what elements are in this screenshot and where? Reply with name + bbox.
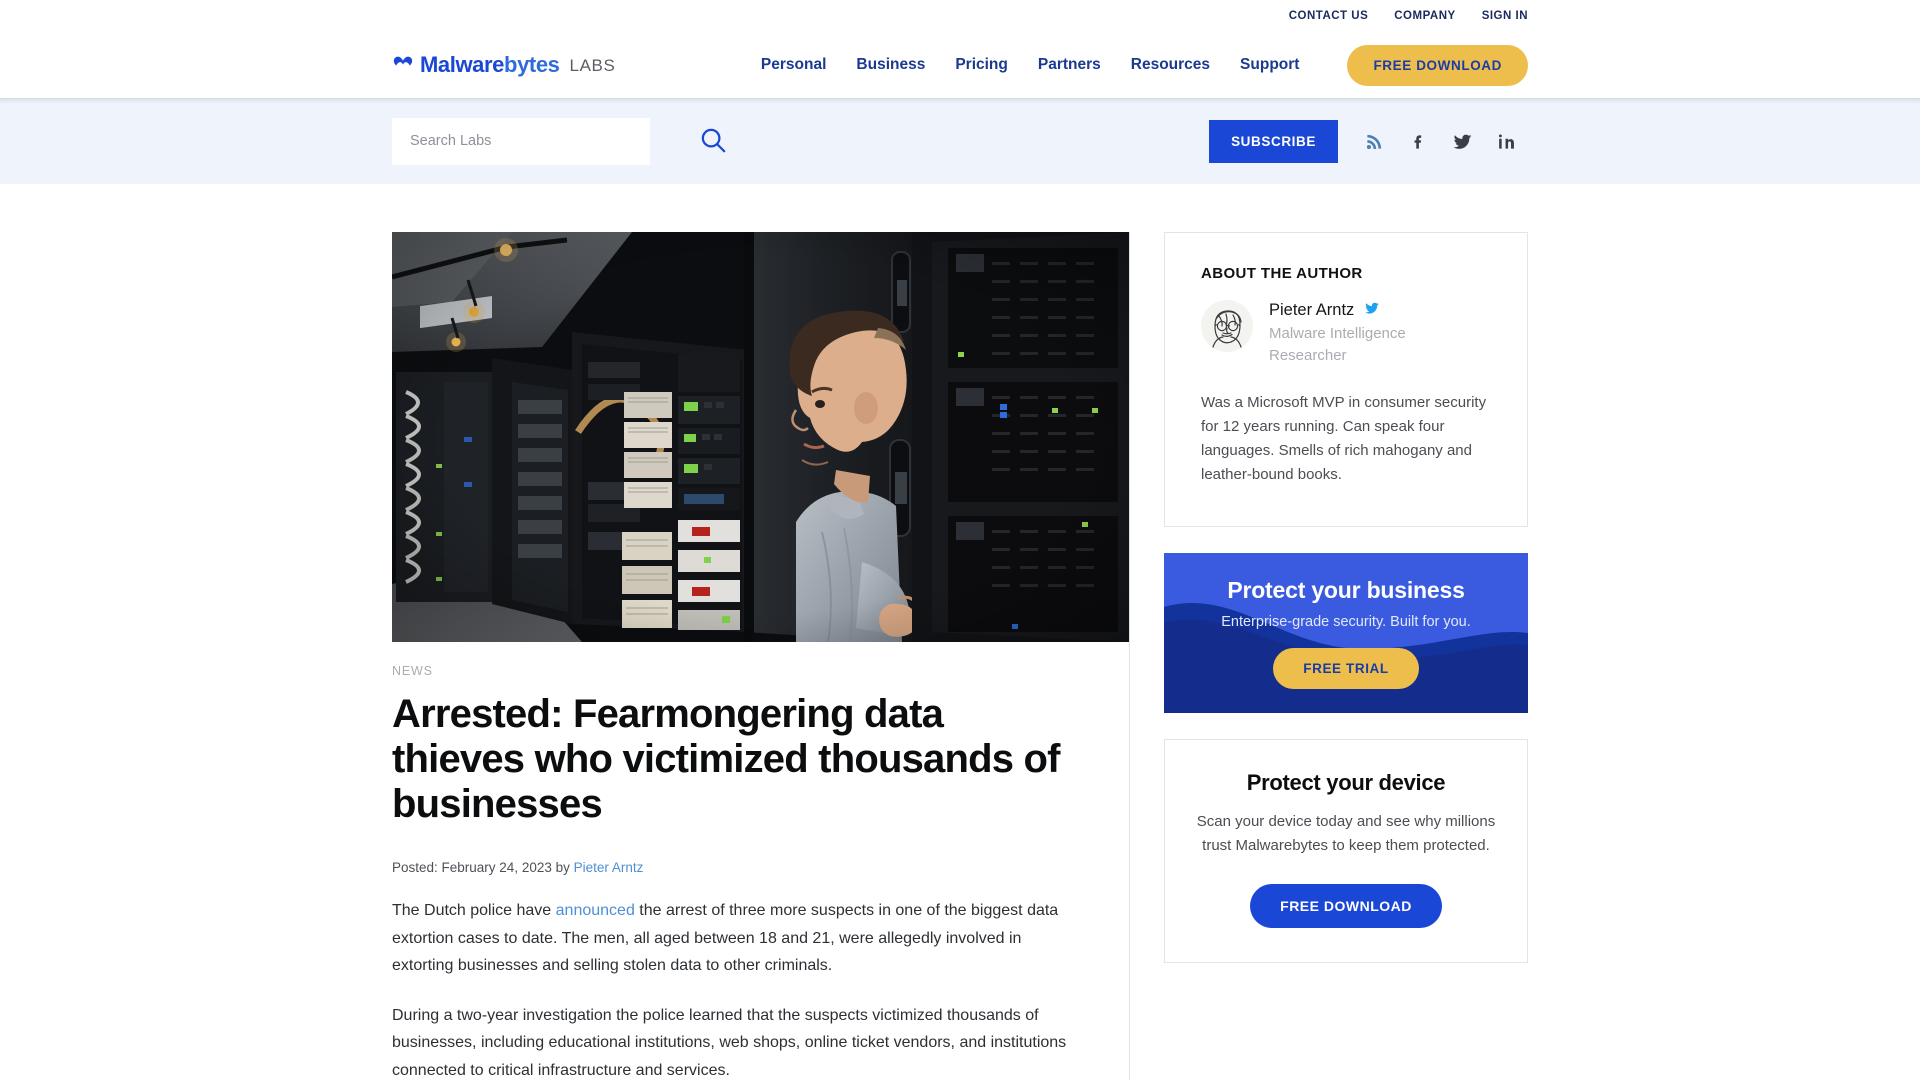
nav-link-personal[interactable]: Personal xyxy=(761,56,826,74)
facebook-icon[interactable] xyxy=(1396,121,1440,161)
author-bio: Was a Microsoft MVP in consumer security… xyxy=(1201,393,1487,484)
malwarebytes-m-icon xyxy=(392,54,414,76)
logo-labs-suffix: LABS xyxy=(569,55,616,75)
logo-wordmark: Malwarebytes xyxy=(420,52,560,77)
page-body: NEWS Arrested: Fearmongering data thieve… xyxy=(0,184,1920,1080)
device-promo-title: Protect your device xyxy=(1246,769,1446,795)
nav-link-support[interactable]: Support xyxy=(1240,56,1299,74)
social-links xyxy=(1352,121,1528,161)
nav-link-partners[interactable]: Partners xyxy=(1038,56,1101,74)
business-promo-title: Protect your business xyxy=(1227,576,1465,603)
utility-link-company[interactable]: COMPANY xyxy=(1394,10,1455,22)
main-navigation-bar: Malwarebytes LABS Personal Business Pric… xyxy=(0,32,1920,98)
about-author-title: ABOUT THE AUTHOR xyxy=(1201,265,1363,282)
article-headline: Arrested: Fearmongering data thieves who… xyxy=(392,692,1060,826)
protect-your-business-promo[interactable]: Protect your business Enterprise-grade s… xyxy=(1164,552,1528,713)
article-byline: Posted: February 24, 2023 by Pieter Arnt… xyxy=(392,860,1069,875)
nav-link-resources[interactable]: Resources xyxy=(1131,56,1210,74)
nav-link-business[interactable]: Business xyxy=(856,56,925,74)
utility-link-contact-us[interactable]: CONTACT US xyxy=(1289,10,1369,22)
twitter-icon[interactable] xyxy=(1364,300,1380,321)
author-row: Pieter Arntz Malware Intelligence Resear… xyxy=(1201,300,1491,367)
subscribe-button[interactable]: SUBSCRIBE xyxy=(1209,119,1338,163)
article-paragraph-2: During a two-year investigation the poli… xyxy=(392,1006,1067,1079)
twitter-icon[interactable] xyxy=(1440,121,1484,161)
linkedin-icon[interactable] xyxy=(1484,121,1528,161)
free-trial-button[interactable]: FREE TRIAL xyxy=(1273,647,1419,689)
sidebar: ABOUT THE AUTHOR Pieter Arntz Malware In… xyxy=(1130,232,1528,1080)
subscribe-and-social-group: SUBSCRIBE xyxy=(1209,119,1528,163)
article-paragraph-1: The Dutch police have announced the arre… xyxy=(392,897,1069,980)
author-avatar xyxy=(1201,300,1253,352)
primary-nav-links: Personal Business Pricing Partners Resou… xyxy=(761,44,1528,86)
article-hero-image xyxy=(392,232,1129,642)
author-name: Pieter Arntz xyxy=(1269,301,1355,319)
search-input[interactable] xyxy=(392,117,650,165)
posted-date: February 24, 2023 xyxy=(441,860,552,876)
business-promo-subtitle: Enterprise-grade security. Built for you… xyxy=(1221,613,1471,630)
device-free-download-button[interactable]: FREE DOWNLOAD xyxy=(1250,883,1442,928)
author-identity: Pieter Arntz Malware Intelligence Resear… xyxy=(1269,300,1444,367)
search-submit-button[interactable] xyxy=(698,125,728,158)
promo-content: Protect your business Enterprise-grade s… xyxy=(1164,553,1528,689)
announced-link[interactable]: announced xyxy=(556,902,635,919)
utility-bar: CONTACT US COMPANY SIGN IN xyxy=(0,0,1920,32)
article-category-label: NEWS xyxy=(392,664,433,678)
rss-icon[interactable] xyxy=(1352,121,1396,161)
search-band: SUBSCRIBE xyxy=(0,98,1920,184)
about-the-author-card: ABOUT THE AUTHOR Pieter Arntz Malware In… xyxy=(1164,232,1528,527)
article-column: NEWS Arrested: Fearmongering data thieve… xyxy=(392,232,1130,1080)
author-name-row: Pieter Arntz xyxy=(1269,300,1444,321)
nav-link-pricing[interactable]: Pricing xyxy=(955,56,1008,74)
malwarebytes-labs-logo[interactable]: Malwarebytes LABS xyxy=(392,54,615,76)
utility-link-sign-in[interactable]: SIGN IN xyxy=(1482,10,1528,22)
paragraph-1-before: The Dutch police have xyxy=(392,902,556,920)
device-promo-subtitle: Scan your device today and see why milli… xyxy=(1196,812,1496,854)
protect-your-device-card: Protect your device Scan your device tod… xyxy=(1164,738,1528,963)
by-text: by xyxy=(551,860,574,876)
byline-author-link[interactable]: Pieter Arntz xyxy=(574,860,644,875)
author-role: Malware Intelligence Researcher xyxy=(1269,325,1406,364)
search-icon xyxy=(698,125,728,158)
free-download-button[interactable]: FREE DOWNLOAD xyxy=(1347,44,1528,86)
posted-prefix: Posted: xyxy=(392,860,442,876)
